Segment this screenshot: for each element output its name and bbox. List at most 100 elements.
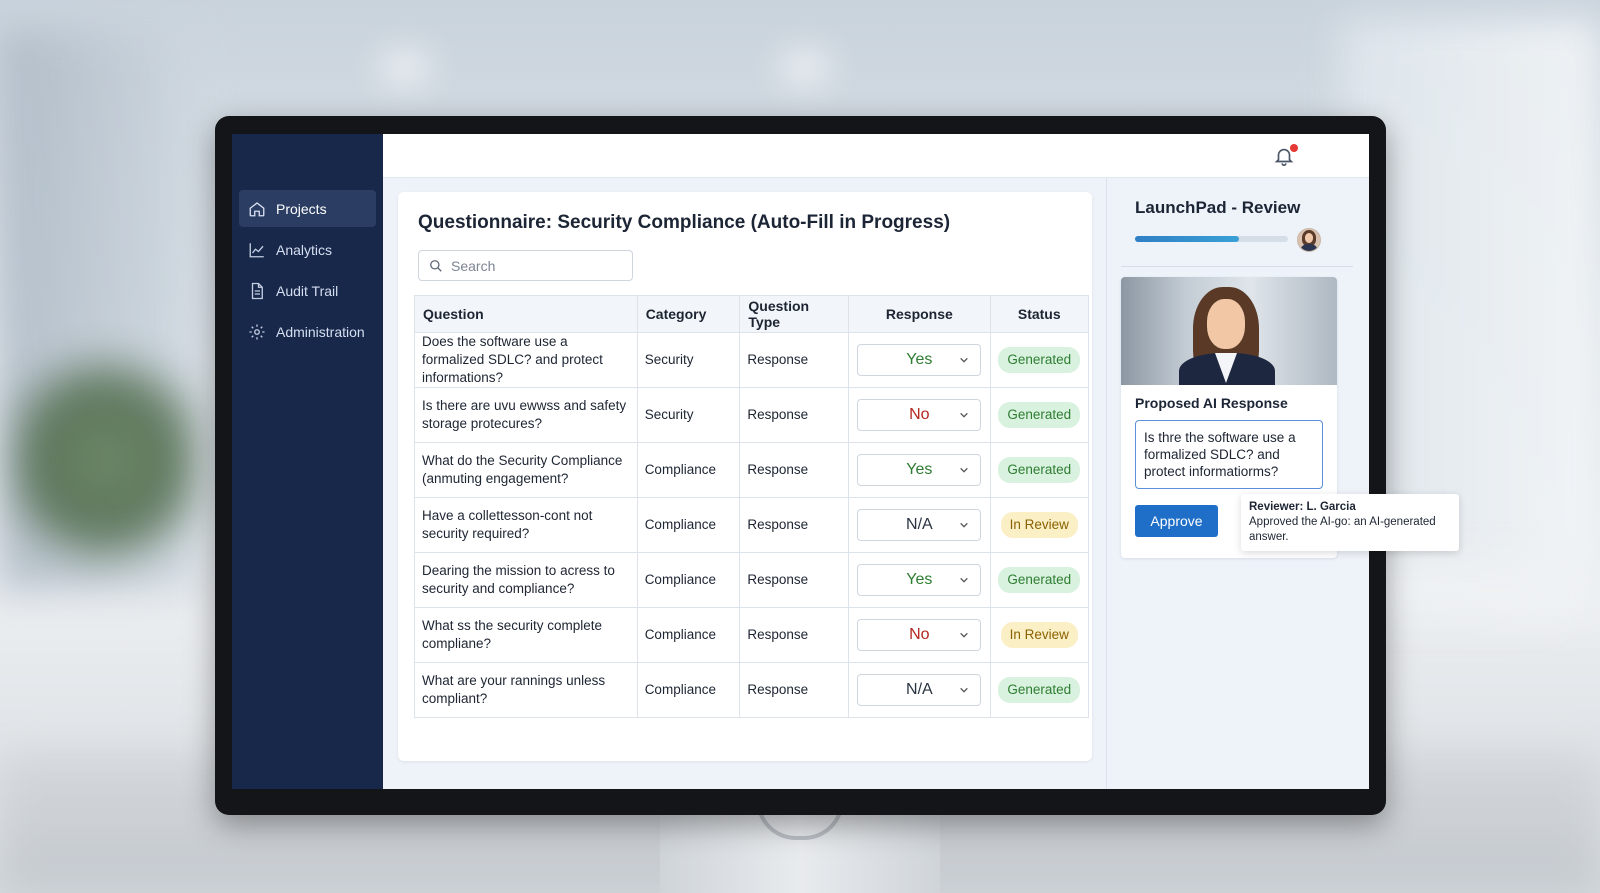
response-dropdown[interactable]: Yes bbox=[857, 564, 982, 596]
category-cell: Security bbox=[636, 332, 741, 388]
response-value: No bbox=[909, 406, 930, 423]
response-cell: No bbox=[848, 387, 991, 443]
home-icon bbox=[248, 200, 266, 218]
response-dropdown[interactable]: N/A bbox=[857, 674, 982, 706]
response-dropdown[interactable]: No bbox=[857, 399, 982, 431]
status-badge: Generated bbox=[998, 347, 1081, 373]
table-row[interactable]: Have a collettesson-cont not security re… bbox=[414, 497, 1090, 553]
response-cell: Yes bbox=[848, 442, 991, 498]
response-value: N/A bbox=[906, 681, 933, 698]
response-cell: Yes bbox=[848, 332, 991, 388]
top-bar bbox=[383, 134, 1369, 178]
response-dropdown[interactable]: N/A bbox=[857, 509, 982, 541]
column-header-question[interactable]: Question bbox=[414, 295, 638, 333]
category-cell: Security bbox=[636, 387, 741, 443]
background-plant bbox=[10, 340, 200, 580]
sidebar-item-audit-trail[interactable]: Audit Trail bbox=[239, 272, 376, 309]
table-row[interactable]: Does the software use a formalized SDLC?… bbox=[414, 332, 1090, 388]
category-cell: Compliance bbox=[636, 552, 741, 608]
chevron-down-icon bbox=[960, 522, 969, 528]
question-type-cell: Response bbox=[739, 442, 850, 498]
response-cell: N/A bbox=[848, 497, 991, 553]
background-ceiling-light bbox=[780, 55, 830, 80]
table-header-row: Question Category Question Type Response… bbox=[414, 295, 1090, 333]
response-value: No bbox=[909, 626, 930, 643]
response-value: Yes bbox=[906, 351, 933, 368]
app-screen: Projects Analytics Audit Trail Administr… bbox=[232, 134, 1369, 789]
sidebar-item-label: Administration bbox=[276, 323, 365, 340]
status-cell: Generated bbox=[989, 552, 1090, 608]
sidebar-item-projects[interactable]: Projects bbox=[239, 190, 376, 227]
response-value: Yes bbox=[906, 571, 933, 588]
question-cell: Dearing the mission to acress to securit… bbox=[414, 552, 638, 608]
status-badge: In Review bbox=[1000, 622, 1078, 648]
sidebar: Projects Analytics Audit Trail Administr… bbox=[232, 134, 383, 789]
question-type-cell: Response bbox=[739, 607, 850, 663]
status-badge: Generated bbox=[998, 402, 1081, 428]
document-icon bbox=[248, 282, 266, 300]
question-type-cell: Response bbox=[739, 552, 850, 608]
response-dropdown[interactable]: Yes bbox=[857, 454, 982, 486]
sidebar-item-label: Audit Trail bbox=[276, 282, 339, 299]
question-type-cell: Response bbox=[739, 332, 850, 388]
column-header-question-type[interactable]: Question Type bbox=[739, 295, 850, 333]
chevron-down-icon bbox=[960, 632, 969, 638]
review-progress-fill bbox=[1135, 236, 1240, 242]
response-dropdown[interactable]: Yes bbox=[857, 344, 982, 376]
approve-button[interactable]: Approve bbox=[1135, 505, 1218, 537]
status-badge: Generated bbox=[998, 567, 1081, 593]
question-cell: Have a collettesson-cont not security re… bbox=[414, 497, 638, 553]
search-icon bbox=[429, 259, 443, 273]
chevron-down-icon bbox=[960, 577, 969, 583]
reviewer-avatar[interactable] bbox=[1297, 228, 1321, 252]
sidebar-item-label: Analytics bbox=[276, 241, 333, 258]
question-type-cell: Response bbox=[739, 497, 850, 553]
proposed-response-text[interactable]: Is thre the software use a formalized SD… bbox=[1135, 420, 1323, 489]
status-cell: Generated bbox=[989, 387, 1090, 443]
question-cell: Is there are uvu ewwss and safety storag… bbox=[414, 387, 638, 443]
table-row[interactable]: What do the Security Compliance (anmutin… bbox=[414, 442, 1090, 498]
search-box[interactable] bbox=[418, 250, 633, 281]
status-cell: Generated bbox=[989, 662, 1090, 718]
status-badge: In Review bbox=[1000, 512, 1078, 538]
chart-line-icon bbox=[248, 241, 266, 259]
question-cell: Does the software use a formalized SDLC?… bbox=[414, 332, 638, 388]
proposed-response-label: Proposed AI Response bbox=[1135, 395, 1288, 411]
status-badge: Generated bbox=[998, 457, 1081, 483]
reviewer-tooltip: Reviewer: L. Garcia Approved the AI-go: … bbox=[1241, 494, 1459, 551]
category-cell: Compliance bbox=[636, 607, 741, 663]
status-badge: Generated bbox=[998, 677, 1081, 703]
table-row[interactable]: What are your rannings unless compliant?… bbox=[414, 662, 1090, 718]
reviewer-photo bbox=[1121, 277, 1337, 385]
monitor-frame: Projects Analytics Audit Trail Administr… bbox=[215, 116, 1386, 815]
search-input[interactable] bbox=[451, 257, 621, 274]
tooltip-text: Approved the AI-go: an AI-generated answ… bbox=[1249, 516, 1436, 543]
column-header-status[interactable]: Status bbox=[989, 295, 1090, 333]
question-type-cell: Response bbox=[739, 387, 850, 443]
sidebar-item-analytics[interactable]: Analytics bbox=[239, 231, 376, 268]
chevron-down-icon bbox=[960, 412, 969, 418]
table-row[interactable]: What ss the security complete compliane?… bbox=[414, 607, 1090, 663]
chevron-down-icon bbox=[960, 357, 969, 363]
category-cell: Compliance bbox=[636, 442, 741, 498]
status-cell: Generated bbox=[989, 442, 1090, 498]
review-panel: LaunchPad - Review Proposed AI Response … bbox=[1106, 178, 1369, 789]
category-cell: Compliance bbox=[636, 662, 741, 718]
response-value: N/A bbox=[906, 516, 933, 533]
response-value: Yes bbox=[906, 461, 933, 478]
divider bbox=[1121, 266, 1353, 267]
table-row[interactable]: Dearing the mission to acress to securit… bbox=[414, 552, 1090, 608]
questionnaire-table: Question Category Question Type Response… bbox=[414, 295, 1090, 718]
status-cell: Generated bbox=[989, 332, 1090, 388]
column-header-response[interactable]: Response bbox=[848, 295, 991, 333]
column-header-category[interactable]: Category bbox=[636, 295, 741, 333]
notification-dot bbox=[1290, 144, 1298, 152]
chevron-down-icon bbox=[960, 687, 969, 693]
review-progress-bar bbox=[1135, 236, 1288, 242]
response-cell: No bbox=[848, 607, 991, 663]
table-row[interactable]: Is there are uvu ewwss and safety storag… bbox=[414, 387, 1090, 443]
category-cell: Compliance bbox=[636, 497, 741, 553]
status-cell: In Review bbox=[989, 607, 1090, 663]
response-dropdown[interactable]: No bbox=[857, 619, 982, 651]
sidebar-item-administration[interactable]: Administration bbox=[239, 313, 376, 350]
